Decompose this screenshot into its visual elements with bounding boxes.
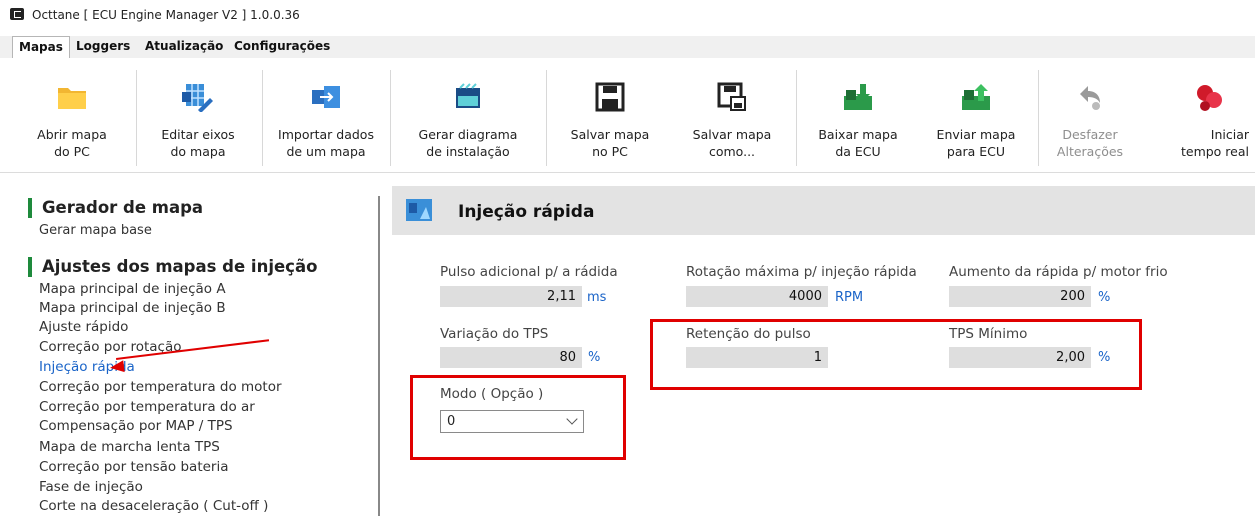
tab-loggers[interactable]: Loggers [70, 36, 136, 57]
panel-header: Injeção rápida [392, 186, 1255, 235]
pulso-adicional-unit: ms [587, 290, 607, 305]
generate-diagram-label-2: de instalação [426, 144, 510, 159]
ribbon-separator [262, 70, 263, 166]
edit-axes-icon [182, 84, 213, 112]
sidebar-scrollbar[interactable] [378, 196, 380, 516]
rotacao-maxima-label: Rotação máxima p/ injeção rápida [686, 264, 917, 280]
aumento-rapida-label: Aumento da rápida p/ motor frio [949, 264, 1168, 280]
aumento-rapida-unit: % [1098, 290, 1111, 305]
download-map-label-2: da ECU [835, 144, 881, 159]
send-map-button[interactable]: Enviar mapa para ECU [918, 64, 1034, 168]
start-realtime-label-2: tempo real [1180, 144, 1249, 159]
injection-icon [406, 199, 432, 221]
rotacao-maxima-field[interactable]: 4000 [686, 286, 828, 307]
save-map-label-2: no PC [592, 144, 628, 159]
save-icon [595, 82, 625, 112]
download-map-label: Baixar mapa [818, 127, 898, 142]
sidebar-item-compensacao-map-tps[interactable]: Compensação por MAP / TPS [39, 417, 233, 435]
send-map-label: Enviar mapa [936, 127, 1016, 142]
edit-axes-label: Editar eixos [161, 127, 235, 142]
pulso-adicional-field[interactable]: 2,11 [440, 286, 582, 307]
download-icon [844, 84, 872, 110]
import-data-label-2: de um mapa [286, 144, 366, 159]
ribbon-separator [390, 70, 391, 166]
tab-mapas[interactable]: Mapas [12, 36, 70, 59]
sidebar-item-ajuste-rapido[interactable]: Ajuste rápido [39, 318, 128, 336]
save-map-as-label-2: como... [708, 144, 756, 159]
undo-changes-button[interactable]: Desfazer Alterações [1040, 64, 1140, 168]
open-map-label-2: do PC [54, 144, 90, 159]
annotation-arrow-head [109, 360, 125, 374]
menu-tabs: Mapas Loggers Atualização Configurações [0, 36, 1255, 59]
start-realtime-button[interactable]: Iniciar tempo real [1162, 64, 1255, 168]
tab-configuracoes[interactable]: Configurações [228, 36, 336, 57]
open-map-button[interactable]: Abrir mapa do PC [14, 64, 130, 168]
undo-changes-label: Desfazer [1062, 127, 1118, 142]
ribbon-separator [1038, 70, 1039, 166]
sidebar-item-gerar-mapa-base[interactable]: Gerar mapa base [39, 223, 152, 238]
undo-icon [1080, 86, 1100, 110]
highlight-box-modo [410, 375, 626, 460]
save-map-button[interactable]: Salvar mapa no PC [550, 64, 670, 168]
undo-changes-label-2: Alterações [1056, 144, 1124, 159]
ribbon-toolbar: Abrir mapa do PC Editar eixos do mapa Impo… [0, 58, 1255, 173]
variacao-tps-unit: % [588, 350, 601, 365]
save-map-as-button[interactable]: Salvar mapa como... [672, 64, 792, 168]
panel-title: Injeção rápida [458, 202, 595, 222]
pulso-adicional-label: Pulso adicional p/ a rádida [440, 264, 618, 280]
folder-icon [58, 88, 86, 109]
edit-axes-button[interactable]: Editar eixos do mapa [140, 64, 256, 168]
save-map-label: Salvar mapa [570, 127, 650, 142]
title-bar: Octtane [ ECU Engine Manager V2 ] 1.0.0.… [0, 0, 1255, 30]
section-title-gerador: Gerador de mapa [28, 198, 203, 218]
rotacao-maxima-unit: RPM [835, 290, 864, 305]
variacao-tps-label: Variação do TPS [440, 326, 549, 342]
download-map-button[interactable]: Baixar mapa da ECU [800, 64, 916, 168]
start-realtime-label: Iniciar [1210, 127, 1249, 142]
open-map-label: Abrir mapa [37, 127, 107, 142]
import-icon [312, 86, 340, 108]
diagram-icon [456, 83, 480, 108]
sidebar-item-correcao-temp-ar[interactable]: Correção por temperatura do ar [39, 398, 255, 416]
ribbon-separator [136, 70, 137, 166]
section-title-ajustes: Ajustes dos mapas de injeção [28, 257, 317, 277]
sidebar-item-marcha-lenta-tps[interactable]: Mapa de marcha lenta TPS [39, 438, 220, 456]
realtime-icon [1196, 85, 1222, 111]
generate-diagram-label: Gerar diagrama [418, 127, 518, 142]
sidebar-item-cut-off[interactable]: Corte na desaceleração ( Cut-off ) [39, 497, 268, 515]
aumento-rapida-field[interactable]: 200 [949, 286, 1091, 307]
sidebar-item-tensao-bateria[interactable]: Correção por tensão bateria [39, 458, 229, 476]
upload-icon [962, 84, 990, 110]
ribbon-separator [546, 70, 547, 166]
sidebar-item-mapa-principal-b[interactable]: Mapa principal de injeção B [39, 299, 226, 317]
app-logo-icon [10, 8, 24, 20]
tab-atualizacao[interactable]: Atualização [139, 36, 229, 57]
generate-diagram-button[interactable]: Gerar diagrama de instalação [400, 64, 536, 168]
window-title: Octtane [ ECU Engine Manager V2 ] 1.0.0.… [32, 8, 300, 22]
sidebar-item-mapa-principal-a[interactable]: Mapa principal de injeção A [39, 280, 226, 298]
sidebar-item-correcao-temp-motor[interactable]: Correção por temperatura do motor [39, 378, 282, 396]
edit-axes-label-2: do mapa [170, 144, 226, 159]
ribbon-separator [796, 70, 797, 166]
sidebar-item-fase-injecao[interactable]: Fase de injeção [39, 478, 143, 496]
variacao-tps-field[interactable]: 80 [440, 347, 582, 368]
save-map-as-label: Salvar mapa [692, 127, 772, 142]
import-data-label: Importar dados [278, 127, 374, 142]
import-data-button[interactable]: Importar dados de um mapa [266, 64, 386, 168]
save-as-icon [717, 82, 746, 111]
send-map-label-2: para ECU [946, 144, 1006, 159]
highlight-box-retencao-tps [650, 319, 1142, 390]
